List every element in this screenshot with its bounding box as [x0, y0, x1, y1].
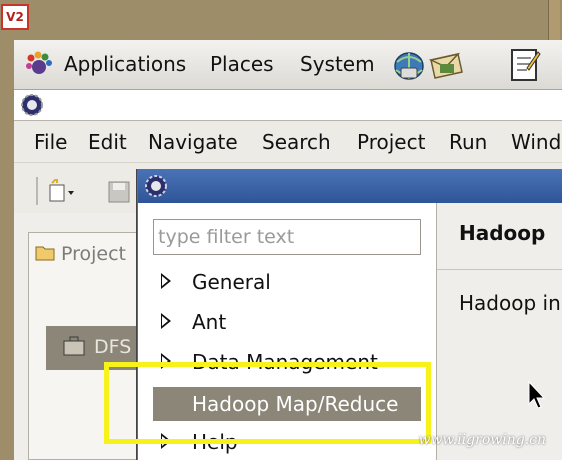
mouse-cursor-icon: [528, 380, 546, 409]
menu-run[interactable]: Run: [449, 130, 487, 154]
eclipse-titlebar[interactable]: [14, 90, 562, 121]
watermark-text: www.iigrowing.cn: [418, 432, 546, 448]
eclipse-logo-icon: [145, 175, 167, 197]
gnome-panel: Applications Places System: [14, 40, 562, 90]
network-icon[interactable]: [392, 50, 426, 82]
briefcase-icon: [63, 336, 85, 356]
gnome-foot-icon[interactable]: [24, 50, 54, 80]
menu-edit[interactable]: Edit: [88, 130, 127, 154]
menu-system[interactable]: System: [300, 52, 375, 76]
filter-input[interactable]: [153, 219, 421, 255]
dfs-label: DFS: [94, 336, 132, 358]
expand-arrow-icon[interactable]: [161, 273, 171, 289]
dialog-titlebar[interactable]: [138, 169, 562, 203]
tree-item-label: General: [192, 270, 271, 294]
menu-places[interactable]: Places: [210, 52, 274, 76]
highlight-annotation-box: [104, 362, 431, 444]
expand-arrow-icon[interactable]: [161, 313, 171, 329]
menu-applications[interactable]: Applications: [64, 52, 186, 76]
hadoop-install-label: Hadoop in: [459, 291, 561, 315]
notes-icon[interactable]: [509, 46, 541, 82]
menu-navigate[interactable]: Navigate: [148, 130, 238, 154]
mail-icon[interactable]: [428, 50, 464, 82]
save-icon[interactable]: [108, 181, 130, 203]
desktop-top-strip: [0, 0, 562, 40]
menu-project[interactable]: Project: [357, 130, 425, 154]
tree-item-general[interactable]: General: [153, 265, 421, 299]
new-wizard-icon[interactable]: [48, 179, 76, 203]
vnc-logo: V2: [1, 4, 29, 30]
preference-page-pane: Hadoop Hadoop in: [437, 203, 562, 460]
menu-file[interactable]: File: [34, 130, 67, 154]
menu-search[interactable]: Search: [262, 130, 331, 154]
tree-item-label: Ant: [192, 310, 227, 334]
page-title: Hadoop: [459, 221, 546, 245]
menu-window[interactable]: Wind: [511, 130, 561, 154]
folder-icon: [35, 246, 55, 261]
project-explorer-tab-label[interactable]: Project: [61, 243, 126, 265]
page-header: Hadoop: [437, 203, 562, 270]
eclipse-menubar: File Edit Navigate Search Project Run Wi…: [14, 121, 562, 161]
toolbar-separator: [36, 177, 38, 205]
tree-item-ant[interactable]: Ant: [153, 305, 421, 339]
eclipse-logo-icon: [21, 94, 43, 116]
